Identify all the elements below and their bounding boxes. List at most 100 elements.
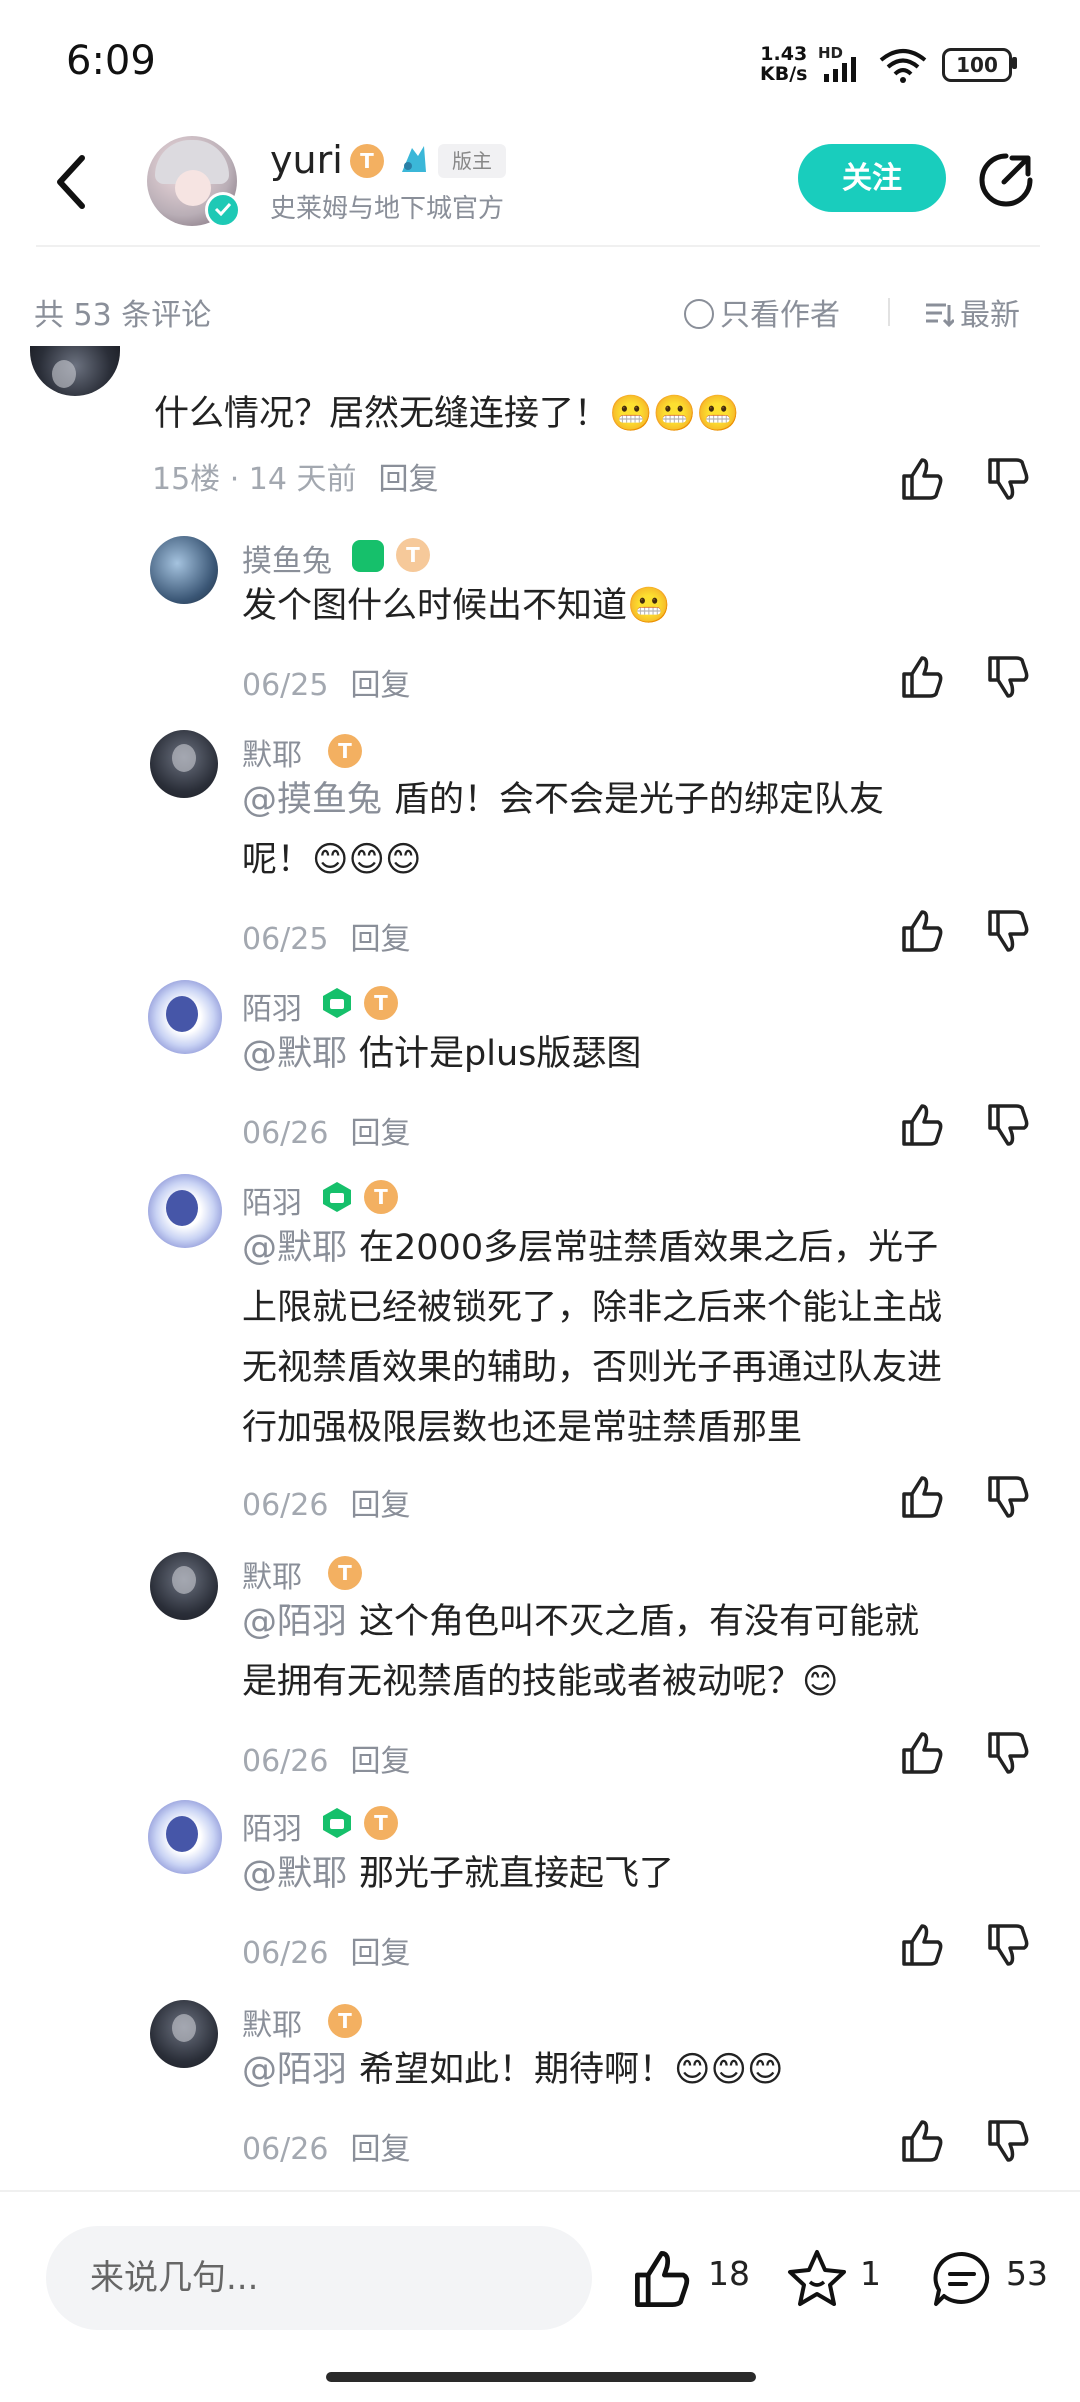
reply-button[interactable]: 回复 <box>350 1116 410 1151</box>
thumbs-up-icon[interactable] <box>900 1730 946 1776</box>
reply-info: 06/26 回复 <box>242 1116 411 1151</box>
thumbs-up-icon[interactable] <box>900 1102 946 1148</box>
reply-text: @默耶 那光子就直接起飞了 <box>242 1854 675 1894</box>
moderator-icon <box>402 146 426 172</box>
level-badge: T <box>350 144 384 178</box>
reply-author[interactable]: 陌羽 <box>242 984 302 1028</box>
divider <box>36 245 1040 247</box>
shield-badge-icon <box>323 1808 351 1838</box>
reply-button[interactable]: 回复 <box>350 922 410 957</box>
reply-button[interactable]: 回复 <box>350 2132 410 2167</box>
comment-text: 什么情况？居然无缝连接了！😬😬😬 <box>154 394 740 434</box>
reply-button[interactable]: 回复 <box>350 668 410 703</box>
thumbs-up-icon[interactable] <box>900 1922 946 1968</box>
reply-info: 06/26 回复 <box>242 1936 411 1971</box>
battery-icon: 100 <box>942 48 1012 82</box>
shield-badge-icon <box>323 988 351 1018</box>
reply-text: @默耶 在2000多层常驻禁盾效果之后，光子 <box>242 1228 939 1268</box>
comment-total: 53 <box>1006 2254 1048 2293</box>
thumbs-down-icon[interactable] <box>986 1474 1032 1520</box>
reply-text-cont: 是拥有无视禁盾的技能或者被动呢？😊 <box>242 1662 839 1702</box>
back-icon[interactable] <box>52 152 92 212</box>
avatar[interactable] <box>150 2000 218 2068</box>
mention-link[interactable]: @陌羽 <box>242 2050 347 2090</box>
level-badge: T <box>364 986 398 1020</box>
avatar[interactable] <box>150 536 218 604</box>
follow-button[interactable]: 关注 <box>798 144 946 212</box>
username[interactable]: yuri <box>270 138 343 182</box>
post-header: yuri T 版主 史莱姆与地下城官方 关注 <box>0 130 1080 245</box>
home-indicator[interactable] <box>326 2372 756 2382</box>
reply-info: 06/25 回复 <box>242 668 411 703</box>
avatar[interactable] <box>150 1552 218 1620</box>
thumbs-up-icon[interactable] <box>900 456 946 502</box>
comment-icon[interactable] <box>930 2248 994 2310</box>
reply-button[interactable]: 回复 <box>379 462 439 497</box>
mention-link[interactable]: @默耶 <box>242 1228 347 1268</box>
clock: 6:09 <box>66 38 156 84</box>
avatar[interactable] <box>30 346 120 396</box>
reply-info: 06/26 回复 <box>242 1488 411 1523</box>
sort-button[interactable]: 最新 <box>924 290 1020 334</box>
game-badge-icon <box>352 540 384 572</box>
reply-author[interactable]: 默耶 <box>242 730 302 774</box>
reply-text-cont: 无视禁盾效果的辅助，否则光子再通过队友进 <box>242 1348 943 1388</box>
bottom-action-bar: 来说几句... 18 1 53 <box>0 2190 1080 2402</box>
user-subtitle: 史莱姆与地下城官方 <box>270 194 505 224</box>
reply-button[interactable]: 回复 <box>350 1488 410 1523</box>
mention-link[interactable]: @陌羽 <box>242 1602 347 1642</box>
avatar[interactable] <box>148 980 222 1054</box>
thumbs-down-icon[interactable] <box>986 654 1032 700</box>
reply-text: @默耶 估计是plus版瑟图 <box>242 1034 642 1074</box>
thumbs-up-icon[interactable] <box>900 908 946 954</box>
author-only-toggle[interactable]: 只看作者 <box>684 290 840 334</box>
thumbs-down-icon[interactable] <box>986 456 1032 502</box>
thumbs-up-icon[interactable] <box>900 654 946 700</box>
share-icon[interactable] <box>976 150 1036 210</box>
reply-author[interactable]: 默耶 <box>242 1552 302 1596</box>
reply-author[interactable]: 陌羽 <box>242 1804 302 1848</box>
reply-info: 06/26 回复 <box>242 1744 411 1779</box>
avatar[interactable] <box>150 730 218 798</box>
comment-input[interactable]: 来说几句... <box>46 2226 592 2330</box>
mention-link[interactable]: @摸鱼兔 <box>242 780 382 820</box>
reply-author[interactable]: 陌羽 <box>242 1178 302 1222</box>
thumbs-up-icon[interactable] <box>900 2118 946 2164</box>
verified-icon <box>205 192 241 228</box>
like-icon[interactable] <box>632 2248 694 2310</box>
comment-count: 共 53 条评论 <box>34 298 212 333</box>
radio-icon <box>684 299 714 329</box>
thumbs-down-icon[interactable] <box>986 908 1032 954</box>
reply-text-cont: 上限就已经被锁死了，除非之后来个能让主战 <box>242 1288 943 1328</box>
reply-button[interactable]: 回复 <box>350 1936 410 1971</box>
level-badge: T <box>328 2004 362 2038</box>
reply-author[interactable]: 摸鱼兔 <box>242 536 332 580</box>
thumbs-down-icon[interactable] <box>986 2118 1032 2164</box>
signal-icon <box>824 57 856 82</box>
reply-author[interactable]: 默耶 <box>242 2000 302 2044</box>
divider <box>888 298 890 326</box>
avatar[interactable] <box>148 1800 222 1874</box>
like-count: 18 <box>708 2254 750 2293</box>
reply-text-cont: 呢！😊😊😊 <box>242 840 422 880</box>
star-count: 1 <box>860 2254 881 2293</box>
thumbs-down-icon[interactable] <box>986 1922 1032 1968</box>
mention-link[interactable]: @默耶 <box>242 1034 347 1074</box>
star-icon[interactable] <box>786 2248 848 2310</box>
wifi-icon <box>879 49 927 83</box>
thumbs-down-icon[interactable] <box>986 1730 1032 1776</box>
mention-link[interactable]: @默耶 <box>242 1854 347 1894</box>
reply-text-cont: 行加强极限层数也还是常驻禁盾那里 <box>242 1408 803 1448</box>
level-badge: T <box>328 1556 362 1590</box>
reply-text: @陌羽 希望如此！期待啊！😊😊😊 <box>242 2050 784 2090</box>
sort-icon <box>926 303 956 328</box>
thumbs-down-icon[interactable] <box>986 1102 1032 1148</box>
level-badge: T <box>364 1180 398 1214</box>
reply-button[interactable]: 回复 <box>350 1744 410 1779</box>
reply-text: @陌羽 这个角色叫不灭之盾，有没有可能就 <box>242 1602 920 1642</box>
status-bar: 6:09 1.43 KB/s HD 100 <box>0 0 1080 130</box>
thumbs-up-icon[interactable] <box>900 1474 946 1520</box>
avatar[interactable] <box>148 1174 222 1248</box>
level-badge: T <box>364 1806 398 1840</box>
reply-info: 06/25 回复 <box>242 922 411 957</box>
